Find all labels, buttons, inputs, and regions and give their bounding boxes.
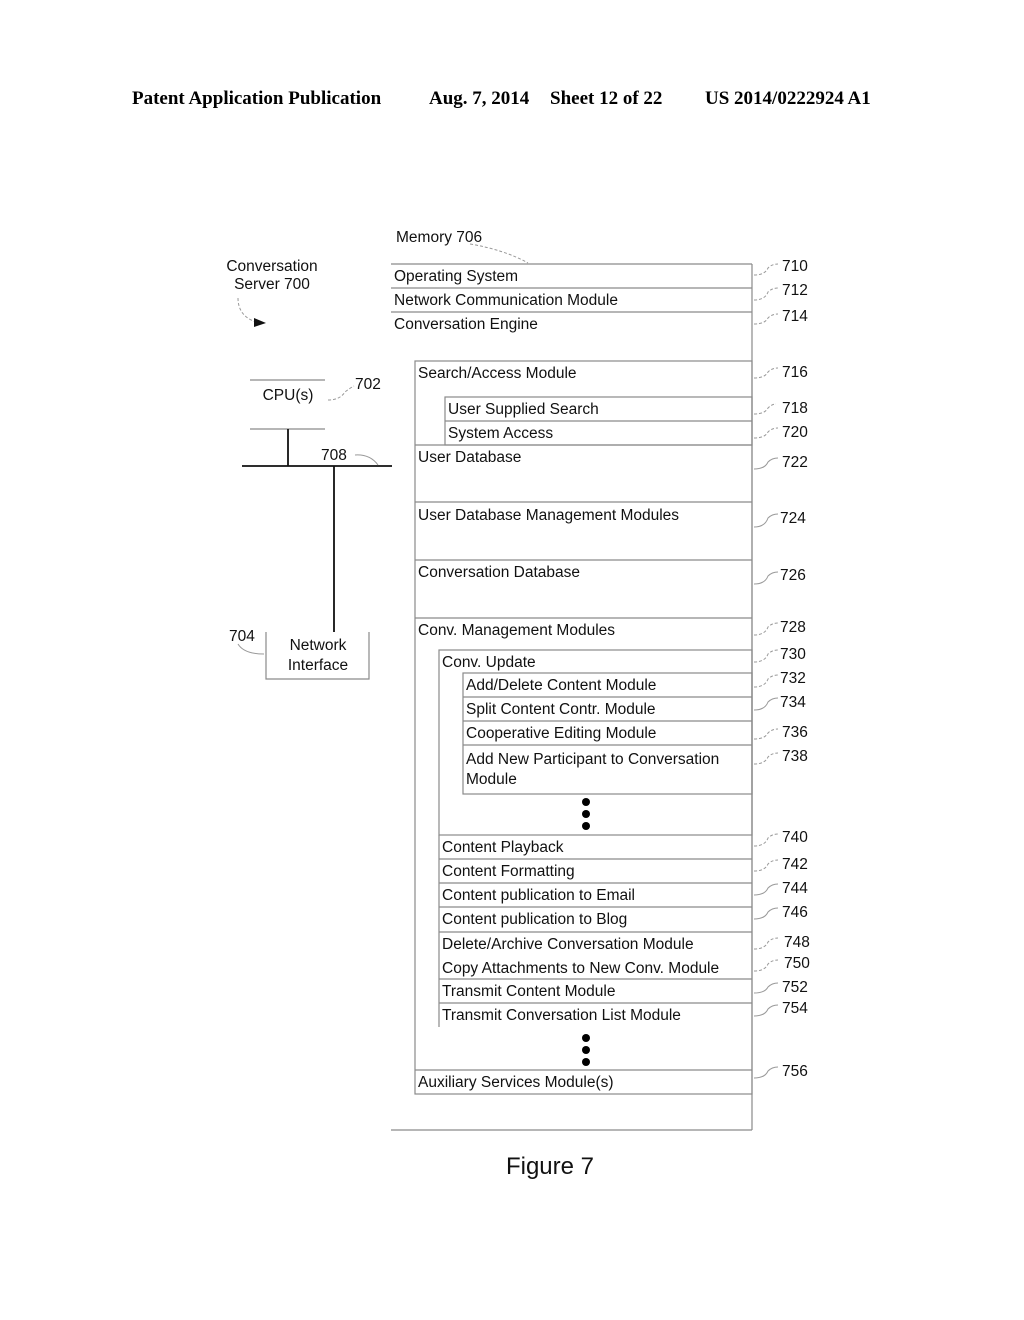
ref-text: 752 (782, 979, 808, 996)
ref-744: 744 (753, 880, 808, 897)
user-db-mgmt-label: User Database Management Modules (418, 507, 679, 524)
ref-text: 742 (782, 856, 808, 873)
user-supplied-search-label: User Supplied Search (448, 401, 599, 418)
memory-leader (469, 243, 529, 264)
server-arrow-head (254, 318, 266, 327)
memory-row-operating-system: Operating System (394, 268, 518, 285)
cpu-ref: 702 (355, 376, 381, 393)
delete-archive-label: Delete/Archive Conversation Module (442, 936, 694, 953)
ref-740: 740 (753, 829, 808, 847)
memory-row-network-communication: Network Communication Module (394, 292, 618, 309)
network-interface-line2: Interface (288, 657, 348, 674)
memory-label: Memory 706 (396, 229, 482, 246)
add-participant-line2: Module (466, 771, 517, 788)
pub-email-label: Content publication to Email (442, 887, 635, 904)
row-label: Network Communication Module (394, 292, 618, 309)
ref-736: 736 (753, 724, 808, 741)
ref-text: 754 (782, 1000, 808, 1017)
search-access-label: Search/Access Module (418, 365, 577, 382)
ref-714: 714 (753, 308, 808, 325)
memory-row-conversation-engine: Conversation Engine (394, 316, 538, 333)
server-label-line2: Server 700 (234, 276, 310, 293)
ellipsis-dots-2 (582, 1034, 590, 1066)
system-access-label: System Access (448, 425, 553, 442)
row-label: Operating System (394, 268, 518, 285)
split-content-label: Split Content Contr. Module (466, 701, 656, 718)
ref-742: 742 (753, 856, 808, 873)
bus-ref: 708 (321, 447, 347, 464)
ref-text: 756 (782, 1063, 808, 1080)
ref-text: 740 (782, 829, 808, 846)
conversation-database-label: Conversation Database (418, 564, 580, 581)
ref-text: 720 (782, 424, 808, 441)
ref-738: 738 (753, 748, 808, 765)
cpu-label: CPU(s) (263, 387, 314, 404)
ref-746: 746 (753, 904, 808, 921)
ref-722: 722 (753, 454, 808, 471)
pub-blog-label: Content publication to Blog (442, 911, 627, 928)
transmit-content-label: Transmit Content Module (442, 983, 615, 1000)
user-database-label: User Database (418, 449, 521, 466)
figure-caption: Figure 7 (506, 1153, 594, 1180)
ref-748: 748 (753, 934, 810, 951)
ref-text: 718 (782, 400, 808, 417)
ref-730: 730 (753, 646, 806, 663)
ref-text: 716 (782, 364, 808, 381)
content-playback-label: Content Playback (442, 839, 564, 856)
ref-726: 726 (753, 567, 806, 585)
add-delete-label: Add/Delete Content Module (466, 677, 656, 694)
ref-text: 710 (782, 258, 808, 275)
ref-text: 726 (780, 567, 806, 584)
ellipsis-dots-1 (582, 798, 590, 830)
ref-text: 722 (782, 454, 808, 471)
ref-text: 712 (782, 282, 808, 299)
ref-732: 732 (753, 670, 806, 688)
ref-720: 720 (753, 424, 808, 441)
network-interface-leader (237, 643, 265, 655)
ref-text: 750 (784, 955, 810, 972)
reference-numerals: 710 712 714 716 718 720 722 724 726 728 … (753, 258, 810, 1080)
content-formatting-label: Content Formatting (442, 863, 575, 880)
ref-718: 718 (753, 400, 808, 417)
transmit-list-label: Transmit Conversation List Module (442, 1007, 681, 1024)
add-participant-line1: Add New Participant to Conversation (466, 751, 719, 768)
ref-text: 734 (780, 694, 806, 711)
ref-text: 728 (780, 619, 806, 636)
bus-leader (354, 454, 379, 466)
cpu-leader (327, 385, 355, 401)
ref-734: 734 (753, 694, 806, 711)
conv-mgmt-label: Conv. Management Modules (418, 622, 615, 639)
ref-text: 724 (780, 510, 806, 527)
network-interface-line1: Network (290, 637, 347, 654)
figure-7-diagram: Conversation Server 700 CPU(s) 702 708 N… (226, 229, 810, 1180)
ref-text: 736 (782, 724, 808, 741)
ref-716: 716 (753, 364, 808, 381)
ref-712: 712 (753, 282, 808, 301)
coop-editing-label: Cooperative Editing Module (466, 725, 656, 742)
ref-724: 724 (753, 510, 806, 528)
ref-750: 750 (753, 955, 810, 972)
ref-754: 754 (753, 1000, 808, 1017)
ref-text: 744 (782, 880, 808, 897)
ref-text: 748 (784, 934, 810, 951)
ref-text: 738 (782, 748, 808, 765)
row-label: Conversation Engine (394, 316, 538, 333)
ref-710: 710 (753, 258, 808, 276)
ref-728: 728 (753, 619, 806, 636)
server-arrow-line (237, 297, 257, 323)
network-interface-ref: 704 (229, 628, 255, 645)
auxiliary-label: Auxiliary Services Module(s) (418, 1074, 614, 1091)
ref-752: 752 (753, 979, 808, 996)
ref-text: 714 (782, 308, 808, 325)
ref-text: 746 (782, 904, 808, 921)
ref-text: 732 (780, 670, 806, 687)
conv-update-label: Conv. Update (442, 654, 536, 671)
copy-attachments-label: Copy Attachments to New Conv. Module (442, 960, 719, 977)
ref-text: 730 (780, 646, 806, 663)
server-label-line1: Conversation (226, 258, 317, 275)
ref-756: 756 (753, 1063, 808, 1080)
